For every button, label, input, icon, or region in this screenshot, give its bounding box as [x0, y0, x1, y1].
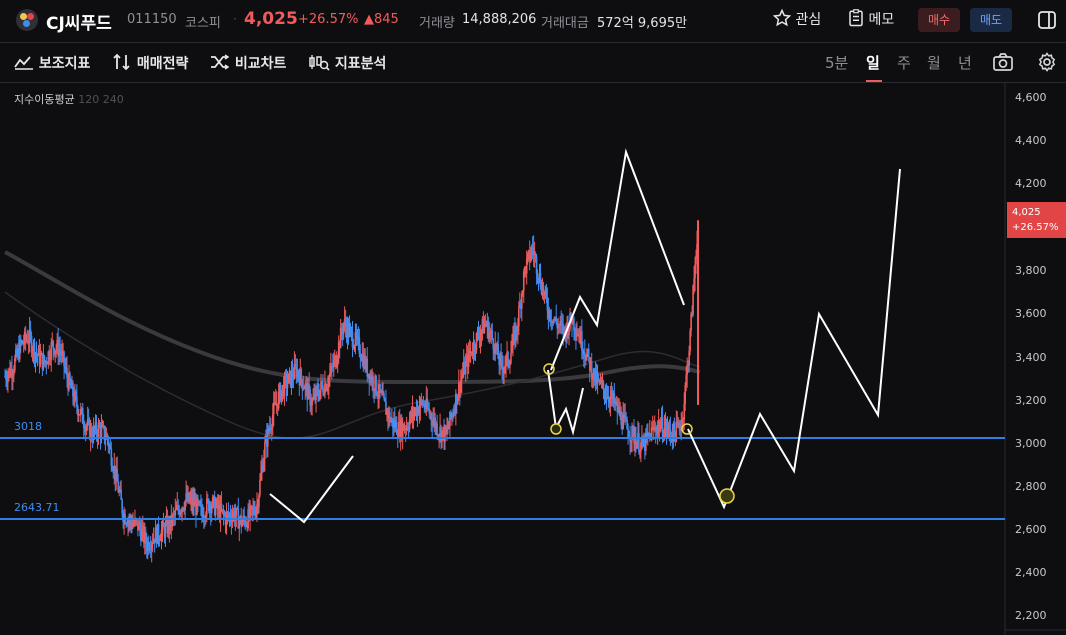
- candle-body: [174, 509, 177, 516]
- y-tick: 3,400: [1015, 351, 1047, 364]
- indicators-label: 보조지표: [38, 56, 91, 72]
- amount-label: 거래대금: [541, 16, 589, 31]
- candle-body: [264, 442, 266, 459]
- chart-toolbar: 보조지표 매매전략 비교차트 지표분석 5분 일 주 월 년: [0, 42, 1066, 83]
- candle-body: [100, 426, 103, 438]
- candle-body: [220, 503, 223, 510]
- y-tick: 4,200: [1015, 177, 1047, 190]
- timeframe-week[interactable]: 주: [897, 52, 911, 73]
- company-logo-icon: [16, 9, 38, 31]
- strategy-label: 매매전략: [136, 56, 189, 72]
- level-label-3018: 3018: [14, 420, 42, 433]
- candle-body: [587, 348, 590, 358]
- analysis-label: 지표분석: [334, 56, 387, 72]
- y-tick: 3,000: [1015, 437, 1047, 450]
- candle-body: [52, 340, 55, 349]
- market-label: 코스피: [185, 16, 221, 31]
- shuffle-icon: [211, 54, 230, 70]
- panel-toggle-icon[interactable]: [1037, 10, 1057, 30]
- candle-body: [510, 353, 512, 364]
- y-tick: 4,400: [1015, 134, 1047, 147]
- y-tick: 2,400: [1015, 566, 1047, 579]
- candle-body: [286, 383, 289, 389]
- current-price-tag-pct: +26.57%: [1012, 222, 1059, 233]
- change-percent: +26.57%: [298, 12, 359, 27]
- compare-label: 비교차트: [234, 56, 287, 72]
- analysis-icon: [309, 55, 330, 71]
- candle-body: [536, 273, 539, 278]
- indicators-button[interactable]: 보조지표: [14, 53, 90, 73]
- timeframe-day[interactable]: 일: [866, 52, 880, 73]
- marker-circle[interactable]: [719, 488, 735, 504]
- candle-body: [300, 369, 303, 380]
- indicator-icon: [14, 56, 33, 70]
- strategy-button[interactable]: 매매전략: [112, 53, 188, 73]
- camera-icon[interactable]: [992, 52, 1014, 72]
- settings-gear-icon[interactable]: [1037, 52, 1057, 72]
- memo-icon: [849, 9, 863, 27]
- y-tick: 3,800: [1015, 264, 1047, 277]
- timeframe-month[interactable]: 월: [927, 52, 941, 73]
- price-chart[interactable]: [0, 82, 1066, 635]
- candles-group: [4, 220, 699, 563]
- y-tick: 2,600: [1015, 523, 1047, 536]
- drawing-peak[interactable]: [550, 148, 685, 371]
- candle-body: [39, 355, 42, 365]
- watch-label: 관심: [795, 12, 822, 28]
- drawing-forecast[interactable]: [687, 168, 901, 510]
- strategy-icon: [113, 53, 130, 71]
- candle-body: [518, 306, 520, 327]
- analysis-button[interactable]: 지표분석: [308, 53, 386, 73]
- marker-circle[interactable]: [550, 423, 562, 435]
- star-icon: [772, 8, 792, 27]
- y-tick: 2,200: [1015, 609, 1047, 622]
- memo-label: 메모: [868, 12, 895, 28]
- candle-body: [638, 433, 640, 453]
- volume-label: 거래량: [419, 16, 455, 31]
- stock-name[interactable]: CJ씨푸드: [46, 9, 112, 34]
- stock-code: 011150: [127, 12, 177, 27]
- timeframe-5min[interactable]: 5분: [825, 52, 848, 73]
- buy-button[interactable]: 매수: [918, 8, 960, 32]
- volume-value: 14,888,206: [462, 12, 537, 27]
- level-label-2643: 2643.71: [14, 501, 60, 514]
- current-price-tag: 4,025 +26.57%: [1007, 202, 1066, 238]
- separator-dot: ·: [233, 12, 237, 26]
- candle-body: [372, 376, 374, 389]
- candle-body-latest: [697, 220, 699, 405]
- y-tick: 4,600: [1015, 91, 1047, 104]
- compare-button[interactable]: 비교차트: [210, 53, 286, 73]
- timeframe-year[interactable]: 년: [958, 52, 972, 73]
- candle-body: [597, 376, 600, 380]
- y-tick: 3,600: [1015, 307, 1047, 320]
- y-tick: 3,200: [1015, 394, 1047, 407]
- current-price-tag-value: 4,025: [1012, 207, 1041, 218]
- drawing-v-left[interactable]: [269, 455, 354, 524]
- y-tick: 2,800: [1015, 480, 1047, 493]
- user-drawings[interactable]: [269, 148, 901, 524]
- change-amount: ▲845: [364, 12, 399, 27]
- sell-button[interactable]: 매도: [970, 8, 1012, 32]
- current-price: 4,025: [244, 9, 298, 29]
- watch-button[interactable]: 관심: [772, 8, 822, 29]
- amount-value: 572억 9,695만: [597, 16, 688, 31]
- top-bar: CJ씨푸드 011150 코스피 · 4,025 +26.57% ▲845 거래…: [0, 0, 1066, 43]
- candle-body: [259, 479, 261, 496]
- candle-body: [602, 381, 605, 390]
- memo-button[interactable]: 메모: [848, 9, 894, 29]
- candle-body: [491, 330, 494, 339]
- candle-body: [375, 375, 377, 394]
